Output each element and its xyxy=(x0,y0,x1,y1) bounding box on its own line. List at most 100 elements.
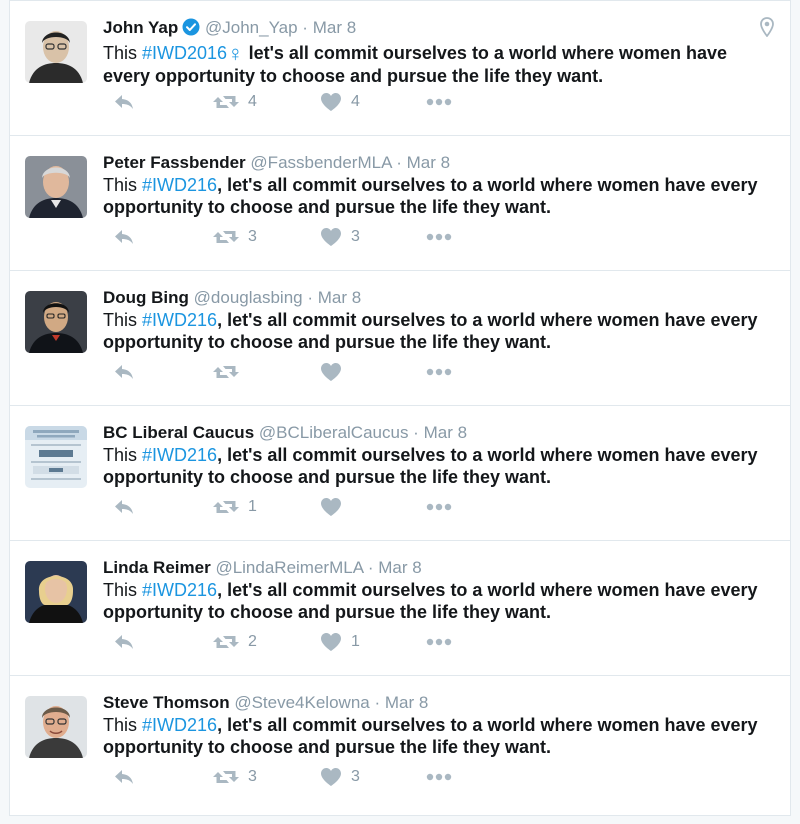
like-button[interactable] xyxy=(320,359,351,385)
tweet-content: Peter Fassbender @FassbenderMLA · Mar 8 … xyxy=(103,152,760,218)
retweet-count: 4 xyxy=(248,93,257,110)
reply-button[interactable] xyxy=(113,359,135,385)
hashtag-link[interactable]: #IWD216 xyxy=(142,715,217,735)
tweet-content: Linda Reimer @LindaReimerMLA · Mar 8 Thi… xyxy=(103,557,760,623)
tweet-header: John Yap @John_Yap · Mar 8 xyxy=(103,17,760,42)
tweet-actions: 1 xyxy=(103,494,503,520)
retweet-button[interactable] xyxy=(213,359,248,385)
tweet[interactable]: Steve Thomson @Steve4Kelowna · Mar 8 Thi… xyxy=(10,676,790,811)
author-handle[interactable]: @LindaReimerMLA xyxy=(215,558,363,577)
heart-icon xyxy=(320,767,342,787)
hashtag-link[interactable]: #IWD2016 xyxy=(142,43,227,63)
reply-button[interactable] xyxy=(113,629,135,655)
author-handle[interactable]: @Steve4Kelowna xyxy=(234,693,369,712)
tweet-content: John Yap @John_Yap · Mar 8 This #IWD2016… xyxy=(103,17,760,87)
retweet-button[interactable]: 3 xyxy=(213,764,257,790)
tweet-timestamp[interactable]: Mar 8 xyxy=(385,693,428,712)
more-button[interactable] xyxy=(426,89,452,115)
author-name[interactable]: BC Liberal Caucus xyxy=(103,423,254,442)
retweet-button[interactable]: 4 xyxy=(213,89,257,115)
tweet-timestamp[interactable]: Mar 8 xyxy=(313,18,356,37)
tweet-timestamp[interactable]: Mar 8 xyxy=(424,423,467,442)
more-dots-icon xyxy=(426,233,452,241)
avatar[interactable] xyxy=(25,21,87,83)
tweet-text: This #IWD216, let's all commit ourselves… xyxy=(103,714,760,758)
tweet-text-prefix: This xyxy=(103,175,143,195)
tweet[interactable]: John Yap @John_Yap · Mar 8 This #IWD2016… xyxy=(10,1,790,136)
heart-icon xyxy=(320,632,342,652)
retweet-icon xyxy=(213,768,239,786)
tweet-content: Steve Thomson @Steve4Kelowna · Mar 8 Thi… xyxy=(103,692,760,758)
separator-dot: · xyxy=(396,153,402,172)
tweet[interactable]: Linda Reimer @LindaReimerMLA · Mar 8 Thi… xyxy=(10,541,790,676)
author-handle[interactable]: @BCLiberalCaucus xyxy=(259,423,409,442)
avatar[interactable] xyxy=(25,156,87,218)
tweet[interactable]: Peter Fassbender @FassbenderMLA · Mar 8 … xyxy=(10,136,790,271)
avatar[interactable] xyxy=(25,426,87,488)
reply-icon xyxy=(113,633,135,651)
hashtag-link[interactable]: #IWD216 xyxy=(142,445,217,465)
tweet-text-prefix: This xyxy=(103,310,143,330)
tweet[interactable]: Doug Bing @douglasbing · Mar 8 This #IWD… xyxy=(10,271,790,406)
reply-button[interactable] xyxy=(113,89,135,115)
retweet-count: 3 xyxy=(248,768,257,785)
tweet-timestamp[interactable]: Mar 8 xyxy=(378,558,421,577)
tweet-actions xyxy=(103,359,503,385)
more-button[interactable] xyxy=(426,764,452,790)
more-dots-icon xyxy=(426,98,452,106)
avatar[interactable] xyxy=(25,291,87,353)
author-handle[interactable]: @FassbenderMLA xyxy=(250,153,391,172)
more-button[interactable] xyxy=(426,629,452,655)
avatar[interactable] xyxy=(25,696,87,758)
retweet-icon xyxy=(213,228,239,246)
tweet-timestamp[interactable]: Mar 8 xyxy=(318,288,361,307)
reply-button[interactable] xyxy=(113,764,135,790)
retweet-button[interactable]: 3 xyxy=(213,224,257,250)
author-name[interactable]: John Yap xyxy=(103,18,178,37)
tweet[interactable]: BC Liberal Caucus @BCLiberalCaucus · Mar… xyxy=(10,406,790,541)
tweet-timestamp[interactable]: Mar 8 xyxy=(407,153,450,172)
geo-pin-icon[interactable] xyxy=(760,17,774,42)
author-name[interactable]: Linda Reimer xyxy=(103,558,211,577)
like-button[interactable]: 3 xyxy=(320,764,360,790)
author-handle[interactable]: @John_Yap xyxy=(205,18,298,37)
more-button[interactable] xyxy=(426,359,452,385)
like-button[interactable]: 4 xyxy=(320,89,360,115)
tweet-text-prefix: This xyxy=(103,445,143,465)
tweet-text: This #IWD216, let's all commit ourselves… xyxy=(103,174,760,218)
retweet-button[interactable]: 1 xyxy=(213,494,257,520)
verified-badge-icon xyxy=(182,18,200,42)
like-count: 1 xyxy=(351,633,360,650)
hashtag-link[interactable]: #IWD216 xyxy=(142,175,217,195)
hashtag-link[interactable]: #IWD216 xyxy=(142,310,217,330)
more-dots-icon xyxy=(426,368,452,376)
reply-icon xyxy=(113,498,135,516)
reply-button[interactable] xyxy=(113,494,135,520)
retweet-count: 3 xyxy=(248,228,257,245)
more-button[interactable] xyxy=(426,494,452,520)
author-name[interactable]: Steve Thomson xyxy=(103,693,230,712)
author-name[interactable]: Doug Bing xyxy=(103,288,189,307)
more-button[interactable] xyxy=(426,224,452,250)
avatar[interactable] xyxy=(25,561,87,623)
like-button[interactable] xyxy=(320,494,351,520)
separator-dot: · xyxy=(302,18,308,37)
tweet-actions: 3 3 xyxy=(103,764,503,790)
retweet-button[interactable]: 2 xyxy=(213,629,257,655)
like-button[interactable]: 1 xyxy=(320,629,360,655)
retweet-icon xyxy=(213,633,239,651)
author-handle[interactable]: @douglasbing xyxy=(194,288,303,307)
tweet-timeline: John Yap @John_Yap · Mar 8 This #IWD2016… xyxy=(9,0,791,816)
retweet-icon xyxy=(213,93,239,111)
heart-icon xyxy=(320,497,342,517)
heart-icon xyxy=(320,227,342,247)
reply-button[interactable] xyxy=(113,224,135,250)
hashtag-link[interactable]: #IWD216 xyxy=(142,580,217,600)
tweet-text: This #IWD216, let's all commit ourselves… xyxy=(103,444,760,488)
like-count: 4 xyxy=(351,93,360,110)
tweet-content: Doug Bing @douglasbing · Mar 8 This #IWD… xyxy=(103,287,760,353)
like-button[interactable]: 3 xyxy=(320,224,360,250)
tweet-header: BC Liberal Caucus @BCLiberalCaucus · Mar… xyxy=(103,422,760,444)
tweet-text: This #IWD216, let's all commit ourselves… xyxy=(103,309,760,353)
author-name[interactable]: Peter Fassbender xyxy=(103,153,246,172)
